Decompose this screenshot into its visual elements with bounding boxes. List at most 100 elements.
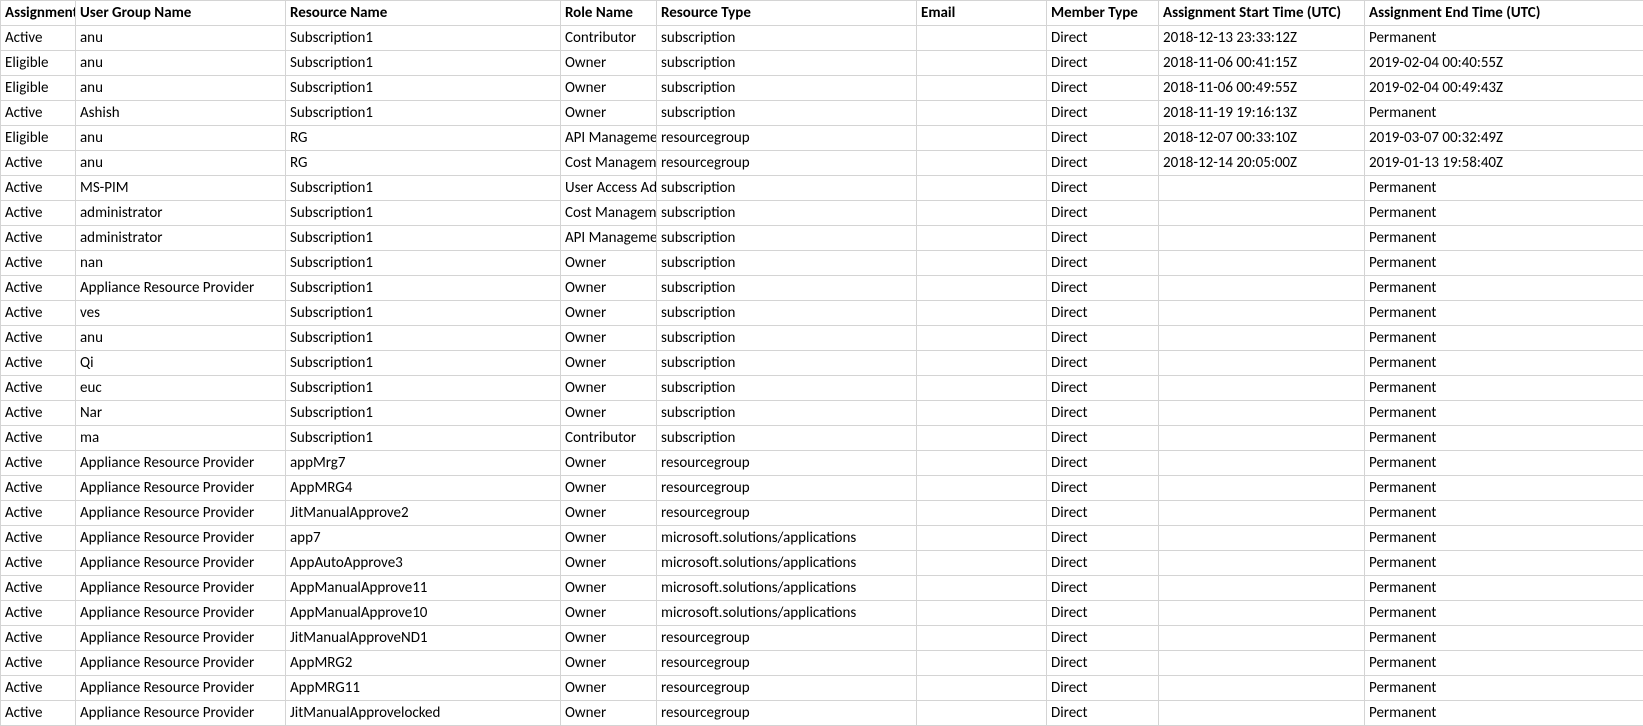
table-cell[interactable]: Active	[1, 676, 76, 701]
table-cell[interactable]: Direct	[1047, 701, 1159, 726]
table-cell[interactable]	[1159, 301, 1365, 326]
table-cell[interactable]: Subscription1	[286, 51, 561, 76]
table-cell[interactable]: Cost Management	[561, 201, 657, 226]
table-cell[interactable]	[917, 126, 1047, 151]
table-cell[interactable]: subscription	[657, 251, 917, 276]
table-cell[interactable]: Subscription1	[286, 201, 561, 226]
table-cell[interactable]: Direct	[1047, 51, 1159, 76]
table-cell[interactable]: Owner	[561, 701, 657, 726]
table-cell[interactable]: Appliance Resource Provider	[76, 476, 286, 501]
table-cell[interactable]: Permanent	[1365, 701, 1643, 726]
table-cell[interactable]: Appliance Resource Provider	[76, 276, 286, 301]
table-cell[interactable]: Owner	[561, 576, 657, 601]
table-cell[interactable]: Permanent	[1365, 251, 1643, 276]
table-cell[interactable]: Permanent	[1365, 626, 1643, 651]
table-cell[interactable]	[1159, 676, 1365, 701]
table-cell[interactable]: Active	[1, 376, 76, 401]
table-cell[interactable]: Active	[1, 251, 76, 276]
table-cell[interactable]: anu	[76, 326, 286, 351]
table-cell[interactable]	[1159, 501, 1365, 526]
table-cell[interactable]	[917, 651, 1047, 676]
table-cell[interactable]: Direct	[1047, 101, 1159, 126]
table-cell[interactable]	[1159, 476, 1365, 501]
table-cell[interactable]: anu	[76, 126, 286, 151]
col-header-start-time[interactable]: Assignment Start Time (UTC)	[1159, 1, 1365, 26]
assignments-table[interactable]: Assignment User Group Name Resource Name…	[0, 0, 1643, 726]
table-cell[interactable]: Owner	[561, 501, 657, 526]
table-cell[interactable]: Permanent	[1365, 451, 1643, 476]
table-cell[interactable]: Owner	[561, 326, 657, 351]
table-cell[interactable]: AppMRG4	[286, 476, 561, 501]
table-cell[interactable]: JitManualApprovelocked	[286, 701, 561, 726]
table-cell[interactable]: Direct	[1047, 401, 1159, 426]
table-cell[interactable]: 2019-02-04 00:40:55Z	[1365, 51, 1643, 76]
table-cell[interactable]	[917, 501, 1047, 526]
table-cell[interactable]: Appliance Resource Provider	[76, 451, 286, 476]
table-cell[interactable]: Active	[1, 701, 76, 726]
table-row[interactable]: ActiveNarSubscription1OwnersubscriptionD…	[1, 401, 1643, 426]
table-cell[interactable]	[917, 701, 1047, 726]
table-cell[interactable]: subscription	[657, 276, 917, 301]
table-cell[interactable]: AppAutoApprove3	[286, 551, 561, 576]
table-cell[interactable]: anu	[76, 26, 286, 51]
table-cell[interactable]: Permanent	[1365, 276, 1643, 301]
table-cell[interactable]: subscription	[657, 301, 917, 326]
table-cell[interactable]: Appliance Resource Provider	[76, 626, 286, 651]
table-cell[interactable]: Subscription1	[286, 326, 561, 351]
table-cell[interactable]: User Access Administrator	[561, 176, 657, 201]
table-cell[interactable]: MS-PIM	[76, 176, 286, 201]
table-cell[interactable]: subscription	[657, 351, 917, 376]
table-cell[interactable]: Direct	[1047, 526, 1159, 551]
table-cell[interactable]: Owner	[561, 551, 657, 576]
table-cell[interactable]: anu	[76, 151, 286, 176]
table-cell[interactable]: Subscription1	[286, 376, 561, 401]
table-cell[interactable]: Direct	[1047, 276, 1159, 301]
table-cell[interactable]: subscription	[657, 326, 917, 351]
table-cell[interactable]	[1159, 526, 1365, 551]
table-row[interactable]: ActiveAppliance Resource ProviderJitManu…	[1, 501, 1643, 526]
table-cell[interactable]: Permanent	[1365, 201, 1643, 226]
table-cell[interactable]: Direct	[1047, 76, 1159, 101]
table-cell[interactable]	[917, 576, 1047, 601]
table-cell[interactable]: anu	[76, 76, 286, 101]
table-cell[interactable]: Direct	[1047, 251, 1159, 276]
table-cell[interactable]: Subscription1	[286, 76, 561, 101]
table-cell[interactable]: Direct	[1047, 601, 1159, 626]
table-cell[interactable]	[917, 51, 1047, 76]
table-cell[interactable]: microsoft.solutions/applications	[657, 551, 917, 576]
table-cell[interactable]: Owner	[561, 76, 657, 101]
table-cell[interactable]	[1159, 326, 1365, 351]
table-cell[interactable]	[917, 601, 1047, 626]
table-cell[interactable]: Permanent	[1365, 101, 1643, 126]
table-cell[interactable]: AppMRG2	[286, 651, 561, 676]
table-cell[interactable]: subscription	[657, 101, 917, 126]
table-row[interactable]: ActiveAppliance Resource ProviderAppMRG4…	[1, 476, 1643, 501]
table-cell[interactable]: Nar	[76, 401, 286, 426]
table-cell[interactable]: Direct	[1047, 426, 1159, 451]
table-cell[interactable]: Active	[1, 601, 76, 626]
table-cell[interactable]: Owner	[561, 351, 657, 376]
table-cell[interactable]: euc	[76, 376, 286, 401]
table-cell[interactable]: subscription	[657, 76, 917, 101]
table-cell[interactable]	[1159, 276, 1365, 301]
table-cell[interactable]	[1159, 551, 1365, 576]
table-cell[interactable]: subscription	[657, 176, 917, 201]
table-row[interactable]: ActiveAppliance Resource ProviderSubscri…	[1, 276, 1643, 301]
table-cell[interactable]	[917, 201, 1047, 226]
table-cell[interactable]	[917, 676, 1047, 701]
table-row[interactable]: ActiveanuSubscription1Contributorsubscri…	[1, 26, 1643, 51]
table-cell[interactable]: Direct	[1047, 151, 1159, 176]
table-cell[interactable]: Direct	[1047, 676, 1159, 701]
table-cell[interactable]: subscription	[657, 201, 917, 226]
table-cell[interactable]: Direct	[1047, 576, 1159, 601]
table-cell[interactable]: Appliance Resource Provider	[76, 701, 286, 726]
table-cell[interactable]	[917, 626, 1047, 651]
table-cell[interactable]: resourcegroup	[657, 676, 917, 701]
col-header-resource-type[interactable]: Resource Type	[657, 1, 917, 26]
table-cell[interactable]: Subscription1	[286, 351, 561, 376]
table-cell[interactable]: Direct	[1047, 376, 1159, 401]
table-cell[interactable]: subscription	[657, 376, 917, 401]
table-cell[interactable]: resourcegroup	[657, 626, 917, 651]
table-cell[interactable]: Permanent	[1365, 501, 1643, 526]
table-cell[interactable]	[1159, 651, 1365, 676]
